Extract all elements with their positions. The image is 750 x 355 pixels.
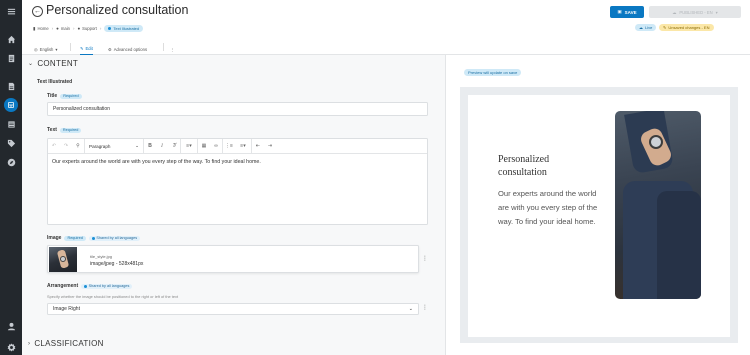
breadcrumb: ▮ Home › ● main › ● Support › Text Illustra… xyxy=(33,25,144,32)
redo-icon[interactable]: ↷ xyxy=(60,139,72,154)
shared-badge: Shared by all languages xyxy=(88,235,141,241)
image-icon[interactable]: ▦ xyxy=(198,139,210,154)
page-title: Personalized consultation xyxy=(46,3,189,17)
content-editor: ⌄ CONTENT Text Illustrated Title Required… xyxy=(22,55,445,355)
bold-icon[interactable]: B xyxy=(144,139,156,154)
save-button[interactable]: ▣ SAVE xyxy=(610,6,644,18)
menu-icon[interactable] xyxy=(0,3,22,19)
preview-frame: Personalized consultation Our experts ar… xyxy=(460,87,738,343)
content-section-header[interactable]: ⌄ CONTENT xyxy=(28,59,78,68)
required-badge: Required xyxy=(60,93,82,99)
italic-icon[interactable]: I xyxy=(156,139,168,154)
preview-panel: Preview will update on save Personalized… xyxy=(446,55,750,355)
tab-divider xyxy=(163,43,164,51)
required-badge: Required xyxy=(64,235,86,241)
pencil-icon: ✎ xyxy=(80,46,84,51)
breadcrumb-separator: › xyxy=(51,26,54,31)
image-meta: image/jpeg - 528x481px xyxy=(90,261,144,267)
numbered-list-icon[interactable]: ≡▾ xyxy=(235,139,251,154)
tag-icon[interactable] xyxy=(0,135,22,151)
preview-image xyxy=(615,111,701,299)
image-thumbnail xyxy=(49,247,77,272)
arrangement-label: Arrangement Shared by all languages xyxy=(47,283,133,289)
outdent-icon[interactable]: ⇤ xyxy=(252,139,264,154)
image-asset-card[interactable]: tile_style.jpg image/jpeg - 528x481px xyxy=(47,245,419,273)
unsaved-changes-badge: ✎ Unsaved changes - EN xyxy=(659,24,714,31)
chevron-right-icon: › xyxy=(28,340,31,347)
breadcrumb-main[interactable]: ● main xyxy=(56,26,70,31)
more-options-icon[interactable]: ⋮ xyxy=(170,43,174,55)
bulleted-list-icon[interactable]: ⋮≡ xyxy=(223,139,235,154)
group-label: Text Illustrated xyxy=(37,79,73,85)
chevron-down-icon: ▾ xyxy=(55,46,58,52)
list-icon[interactable] xyxy=(0,116,22,132)
rich-text-editor[interactable]: ↶ ↷ ⚲ Paragraph ⌄ B I T̸ ≡▾ ▦ ∞ ⋮≡ ≡▾ ⇤ ⇥… xyxy=(47,138,428,225)
tab-bar: ◎ English ▾ ✎ Edit ⚙ Advanced options ⋮ xyxy=(22,40,750,55)
find-replace-icon[interactable]: ⚲ xyxy=(72,139,84,154)
floppy-icon: ▣ xyxy=(617,9,622,14)
chevron-down-icon: ⌄ xyxy=(28,61,34,67)
chevron-down-icon: ▾ xyxy=(715,9,718,15)
breadcrumb-home[interactable]: ▮ Home xyxy=(33,26,49,32)
editor-content[interactable]: Our experts around the world are with yo… xyxy=(48,154,427,170)
align-icon[interactable]: ≡▾ xyxy=(181,139,197,154)
breadcrumb-support[interactable]: ● Support xyxy=(77,26,96,31)
pin-icon: ● xyxy=(56,26,59,31)
paragraph-style-select[interactable]: Paragraph ⌄ xyxy=(85,139,143,154)
indent-icon[interactable]: ⇥ xyxy=(264,139,276,154)
tab-edit[interactable]: ✎ Edit xyxy=(80,43,93,55)
preview-card: Personalized consultation Our experts ar… xyxy=(468,95,730,337)
required-badge: Required xyxy=(59,127,82,133)
language-selector[interactable]: ◎ English ▾ xyxy=(34,43,58,55)
preview-note-badge: Preview will update on save xyxy=(464,69,522,76)
title-label: Title Required xyxy=(47,93,82,99)
pencil-icon: ✎ xyxy=(663,25,667,30)
cloud-icon: ☁ xyxy=(639,25,643,30)
arrangement-help: Specify whether the image should be posi… xyxy=(47,294,179,299)
live-badge: ☁ Live xyxy=(635,24,657,31)
tab-divider xyxy=(70,43,71,51)
image-filename: tile_style.jpg xyxy=(90,254,113,259)
globe-icon: ◎ xyxy=(34,46,38,52)
gear-icon[interactable] xyxy=(0,339,22,355)
page-header: ← Personalized consultation ▮ Home › ● mai… xyxy=(22,0,750,40)
back-arrow-icon[interactable]: ← xyxy=(32,6,43,17)
preview-title: Personalized consultation xyxy=(498,154,550,178)
compass-icon[interactable] xyxy=(0,154,22,170)
pin-icon: ● xyxy=(77,26,81,31)
editor-toolbar: ↶ ↷ ⚲ Paragraph ⌄ B I T̸ ≡▾ ▦ ∞ ⋮≡ ≡▾ ⇤ ⇥ xyxy=(48,138,427,154)
breadcrumb-separator: › xyxy=(72,26,75,31)
undo-icon[interactable]: ↶ xyxy=(48,139,60,154)
document-icon[interactable] xyxy=(0,50,22,66)
page-small-icon: ▮ xyxy=(33,25,36,31)
image-label: Image Required Shared by all languages xyxy=(47,235,141,241)
published-button[interactable]: ☁ PUBLISHED - EN ▾ xyxy=(649,6,741,18)
title-input[interactable]: Personalized consultation xyxy=(47,102,428,116)
text-label: Text Required xyxy=(47,127,82,133)
image-more-icon[interactable]: ⋮ xyxy=(422,256,428,262)
clear-format-icon[interactable]: T̸ xyxy=(168,139,180,154)
link-icon[interactable]: ∞ xyxy=(210,139,222,154)
file-icon[interactable] xyxy=(0,78,22,94)
status-badge: Text Illustrated xyxy=(104,25,144,32)
side-rail xyxy=(0,0,22,355)
shared-badge: Shared by all languages xyxy=(81,283,133,289)
arrangement-select[interactable]: Image Right ⌄ xyxy=(47,303,419,315)
breadcrumb-separator: › xyxy=(99,26,102,31)
user-icon[interactable] xyxy=(0,318,22,334)
classification-section-header[interactable]: › CLASSIFICATION xyxy=(28,339,104,348)
chevron-down-icon: ⌄ xyxy=(135,143,139,148)
preview-text: Our experts around the world are with yo… xyxy=(498,189,598,226)
arrangement-more-icon[interactable]: ⋮ xyxy=(422,305,428,311)
home-icon[interactable] xyxy=(0,31,22,47)
chevron-down-icon: ⌄ xyxy=(408,306,413,312)
page-icon[interactable] xyxy=(0,97,22,113)
tab-advanced-options[interactable]: ⚙ Advanced options xyxy=(108,43,147,55)
cloud-upload-icon: ☁ xyxy=(672,9,677,15)
gear-icon: ⚙ xyxy=(108,46,112,52)
